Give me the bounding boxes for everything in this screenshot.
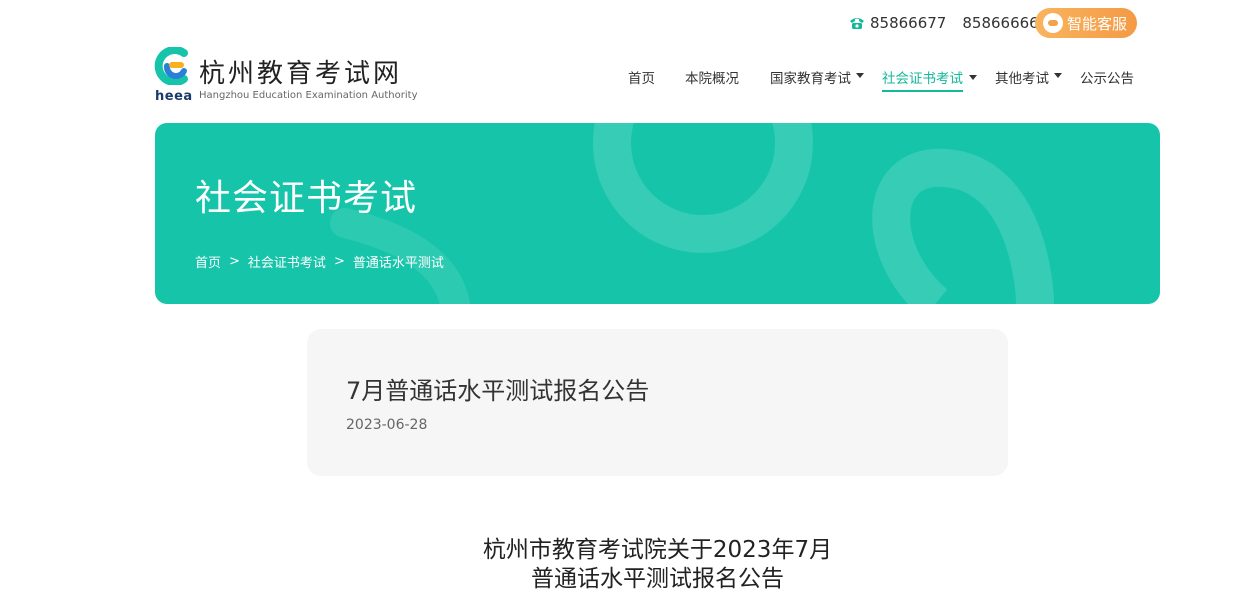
phone-icon [850, 18, 864, 29]
banner-title: 社会证书考试 [195, 178, 418, 219]
breadcrumb-separator: > [229, 254, 240, 269]
caret-down-icon [1054, 72, 1062, 78]
smart-service-label: 智能客服 [1067, 14, 1128, 33]
top-bar: 85866677 85866666 智能客服 [0, 8, 1245, 40]
breadcrumb-current[interactable]: 普通话水平测试 [353, 252, 444, 271]
article-header-card: 7月普通话水平测试报名公告 2023-06-28 [307, 329, 1008, 476]
caret-down-icon [856, 72, 864, 78]
nav-item-label: 社会证书考试 [882, 71, 963, 87]
nav-item-label: 其他考试 [995, 71, 1049, 87]
nav-item-label: 国家教育考试 [770, 71, 851, 87]
nav-item-home[interactable]: 首页 [628, 66, 655, 88]
nav-item-social-certificate-exams[interactable]: 社会证书考试 [882, 66, 963, 92]
breadcrumb-home[interactable]: 首页 [195, 252, 221, 271]
phone-number-1: 85866677 [870, 14, 947, 32]
smart-service-button[interactable]: 智能客服 [1035, 8, 1137, 38]
document-heading-line-1: 杭州市教育考试院关于2023年7月 [482, 537, 833, 563]
nav-item-national-exams[interactable]: 国家教育考试 [770, 66, 864, 88]
nav-item-label: 首页 [628, 71, 655, 87]
article-title: 7月普通话水平测试报名公告 [346, 377, 650, 405]
document-heading: 杭州市教育考试院关于2023年7月 普通话水平测试报名公告 [0, 536, 1245, 594]
nav-item-about[interactable]: 本院概况 [685, 66, 739, 88]
nav-item-label: 本院概况 [685, 71, 739, 87]
article-date: 2023-06-28 [346, 417, 428, 433]
phone-number-2: 85866666 [962, 14, 1039, 32]
nav-item-announcements[interactable]: 公示公告 [1080, 66, 1134, 88]
breadcrumb-separator: > [333, 254, 345, 269]
nav-item-label: 公示公告 [1080, 71, 1134, 87]
main-nav: 首页 本院概况 国家教育考试 社会证书考试 其他考试 公示公告 [0, 66, 1245, 94]
category-banner: 社会证书考试 首页 > 社会证书考试 > 普通话水平测试 [155, 123, 1160, 304]
hotline: 85866677 85866666 [848, 14, 1055, 32]
nav-item-other-exams[interactable]: 其他考试 [995, 66, 1062, 88]
chat-icon [1043, 13, 1063, 33]
breadcrumb-category[interactable]: 社会证书考试 [248, 252, 326, 271]
document-heading-line-2: 普通话水平测试报名公告 [531, 566, 784, 592]
caret-down-icon[interactable] [969, 75, 977, 80]
breadcrumb: 首页 > 社会证书考试 > 普通话水平测试 [195, 252, 444, 271]
